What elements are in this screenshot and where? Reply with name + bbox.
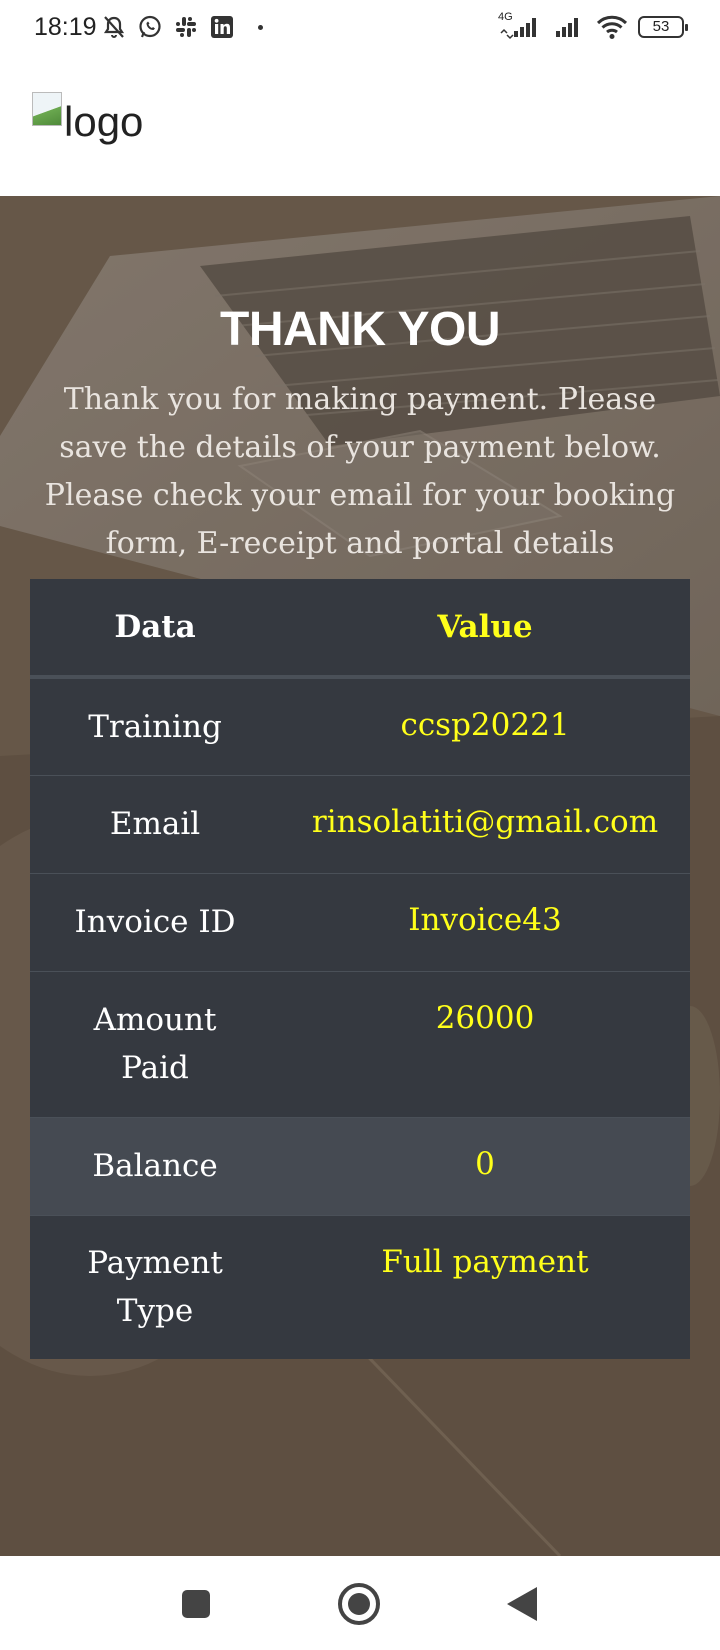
battery-icon: 53 xyxy=(638,16,688,38)
recents-button[interactable] xyxy=(176,1584,216,1624)
logo-alt-text: logo xyxy=(64,98,144,145)
row-value-payment-type: Full payment xyxy=(381,1243,589,1280)
row-label-payment-type: Payment Type xyxy=(87,1245,223,1330)
home-icon xyxy=(338,1583,380,1625)
row-label-balance: Balance xyxy=(92,1148,218,1184)
page-title: THANK YOU xyxy=(220,303,500,356)
back-button[interactable] xyxy=(502,1584,542,1624)
row-label-email: Email xyxy=(109,806,201,842)
site-header: logo xyxy=(0,54,720,196)
whatsapp-icon xyxy=(136,13,164,41)
table-row: Email rinsolatiti@gmail.com xyxy=(30,775,690,873)
wifi-icon xyxy=(596,13,628,41)
row-value-amount-paid: 26000 xyxy=(435,999,535,1036)
logo[interactable]: logo xyxy=(32,92,143,146)
row-value-training: ccsp20221 xyxy=(400,707,570,743)
row-label-amount-paid: Amount Paid xyxy=(93,1002,217,1086)
table-row: Amount Paid 26000 xyxy=(30,971,690,1117)
table-header-row: Data Value xyxy=(30,579,690,679)
table-row: Balance 0 xyxy=(30,1117,690,1215)
back-icon xyxy=(507,1587,537,1621)
mute-icon xyxy=(100,13,128,41)
row-label-training: Training xyxy=(88,708,222,745)
system-icons: 4G 53 xyxy=(498,11,688,42)
row-value-email: rinsolatiti@gmail.com xyxy=(311,803,659,840)
linkedin-icon xyxy=(208,13,236,41)
column-header-value: Value xyxy=(280,579,690,679)
more-notifications-dot xyxy=(258,24,263,30)
row-value-invoice-id: Invoice43 xyxy=(408,901,562,938)
thank-you-message: Thank you for making payment. Please sav… xyxy=(44,382,676,561)
row-value-balance: 0 xyxy=(475,1145,495,1182)
status-time: 18:19 xyxy=(34,13,97,41)
table-row: Invoice ID Invoice43 xyxy=(30,873,690,971)
thank-you-section: THANK YOU Thank you for making payment. … xyxy=(0,196,720,1556)
column-header-data: Data xyxy=(30,579,280,679)
slack-icon xyxy=(172,13,200,41)
home-button[interactable] xyxy=(336,1581,382,1627)
status-bar: 18:19 4G 53 xyxy=(0,0,720,54)
signal-icon xyxy=(552,13,586,41)
notification-icons xyxy=(100,13,263,41)
system-navigation-bar xyxy=(0,1556,720,1650)
recents-icon xyxy=(182,1590,210,1618)
table-row: Training ccsp20221 xyxy=(30,677,690,775)
table-row: Payment Type Full payment xyxy=(30,1215,690,1359)
signal-4g-icon: 4G xyxy=(498,11,542,41)
row-label-invoice-id: Invoice ID xyxy=(74,904,236,940)
payment-details-table: Data Value Training ccsp20221 Email rins… xyxy=(30,579,690,1359)
broken-image-icon xyxy=(32,92,62,126)
